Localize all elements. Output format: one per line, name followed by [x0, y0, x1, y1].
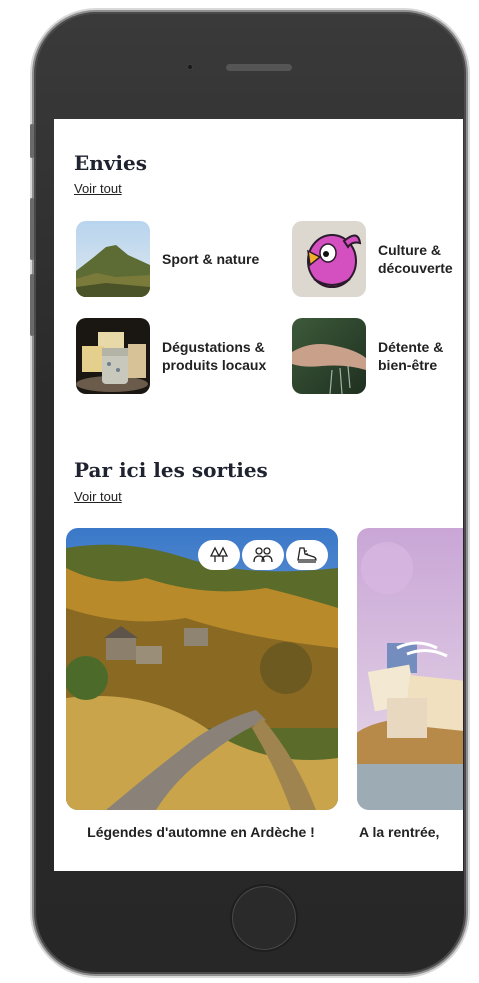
mute-switch: [30, 124, 34, 158]
sortie-card-legendes[interactable]: [66, 528, 338, 810]
category-label: Sport & nature: [162, 251, 260, 267]
app-screen: Envies Voir tout Sport & nature Culture …: [54, 119, 463, 871]
home-button[interactable]: [230, 884, 298, 952]
soap-image: [357, 528, 463, 810]
sortie-card-rentree[interactable]: [357, 528, 463, 810]
sorties-title: Par ici les sorties: [74, 458, 268, 482]
trees-icon: [198, 540, 240, 570]
card-title[interactable]: Légendes d'automne en Ardèche !: [86, 822, 316, 842]
volcano-landscape-icon: [76, 221, 150, 297]
front-camera: [186, 63, 194, 71]
cheese-plate-icon: [76, 318, 150, 394]
category-sport-nature[interactable]: Sport & nature: [76, 221, 259, 297]
envies-voir-tout-link[interactable]: Voir tout: [74, 181, 122, 196]
hiking-shoe-icon: [286, 540, 328, 570]
autumn-landscape-image: [66, 528, 338, 810]
volume-up-button: [30, 198, 34, 260]
hands-water-icon: [292, 318, 366, 394]
category-label: Culture & découverte: [378, 242, 453, 276]
sorties-voir-tout-link[interactable]: Voir tout: [74, 489, 122, 504]
group-icon: [242, 540, 284, 570]
pink-bird-mascot-icon: [292, 221, 366, 297]
category-label: Dégustations & produits locaux: [162, 339, 267, 373]
category-label: Détente & bien-être: [378, 339, 444, 373]
category-culture-decouverte[interactable]: Culture & découverte: [292, 221, 458, 297]
earpiece-speaker: [226, 64, 292, 71]
envies-title: Envies: [74, 151, 147, 175]
category-degustations[interactable]: Dégustations & produits locaux: [76, 318, 272, 394]
volume-down-button: [30, 274, 34, 336]
category-detente[interactable]: Détente & bien-être: [292, 318, 458, 394]
card-title[interactable]: A la rentrée,: [359, 822, 463, 842]
card-feature-icons: [198, 540, 328, 570]
